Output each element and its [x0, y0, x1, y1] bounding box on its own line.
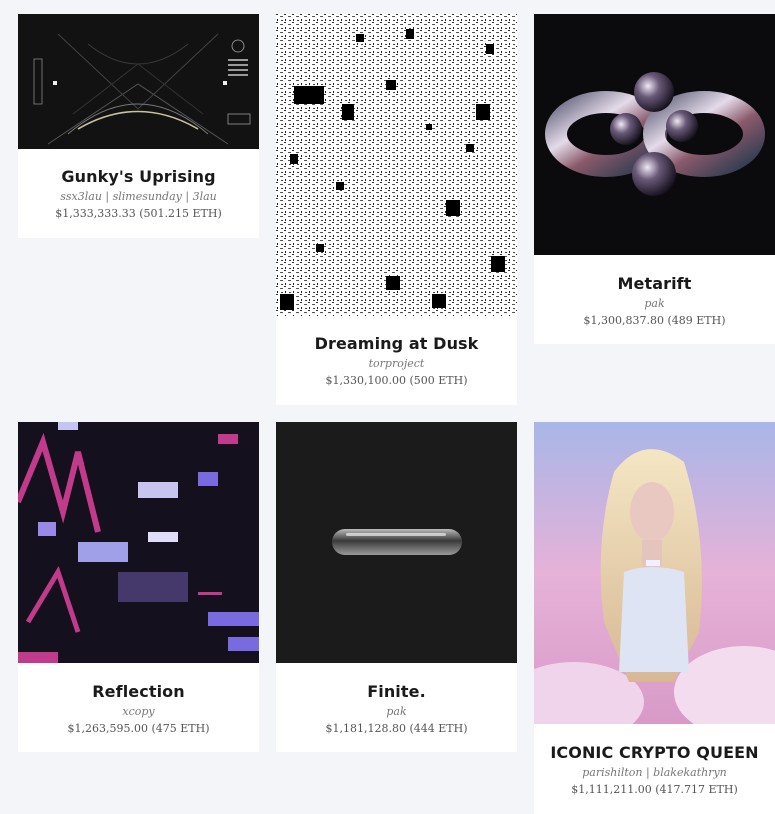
nft-gallery-grid: Gunky's Uprising ssx3lau | slimesunday |…: [0, 0, 775, 814]
nft-card-reflection[interactable]: Reflection xcopy $1,263,595.00 (475 ETH): [18, 422, 259, 752]
artwork-image[interactable]: [534, 422, 775, 724]
artwork-image[interactable]: [276, 422, 517, 663]
artwork-image[interactable]: [276, 14, 517, 316]
card-price: $1,330,100.00 (500 ETH): [325, 374, 468, 387]
card-title[interactable]: Metarift: [534, 274, 775, 293]
card-price: $1,111,211.00 (417.717 ETH): [571, 783, 738, 796]
card-title[interactable]: Dreaming at Dusk: [276, 334, 517, 353]
artwork-image[interactable]: [18, 422, 259, 663]
card-title[interactable]: Gunky's Uprising: [18, 167, 259, 186]
artwork-image[interactable]: [534, 14, 775, 255]
card-price: $1,300,837.80 (489 ETH): [583, 314, 726, 327]
card-artist[interactable]: torproject: [276, 357, 517, 370]
card-price: $1,263,595.00 (475 ETH): [67, 722, 210, 735]
nft-card-iconic-crypto-queen[interactable]: ICONIC CRYPTO QUEEN parishilton | blakek…: [534, 422, 775, 814]
card-artist[interactable]: pak: [276, 705, 517, 718]
card-title[interactable]: Finite.: [276, 682, 517, 701]
nft-card-gunkys-uprising[interactable]: Gunky's Uprising ssx3lau | slimesunday |…: [18, 14, 259, 238]
card-artist[interactable]: ssx3lau | slimesunday | 3lau: [18, 190, 259, 203]
artwork-image[interactable]: [18, 14, 259, 149]
nft-card-finite[interactable]: Finite. pak $1,181,128.80 (444 ETH): [276, 422, 517, 752]
card-price: $1,181,128.80 (444 ETH): [325, 722, 468, 735]
nft-card-dreaming-at-dusk[interactable]: Dreaming at Dusk torproject $1,330,100.0…: [276, 14, 517, 405]
card-artist[interactable]: parishilton | blakekathryn: [534, 766, 775, 779]
card-price: $1,333,333.33 (501.215 ETH): [55, 207, 222, 220]
card-title[interactable]: Reflection: [18, 682, 259, 701]
card-title[interactable]: ICONIC CRYPTO QUEEN: [534, 743, 775, 762]
nft-card-metarift[interactable]: Metarift pak $1,300,837.80 (489 ETH): [534, 14, 775, 344]
card-artist[interactable]: xcopy: [18, 705, 259, 718]
card-artist[interactable]: pak: [534, 297, 775, 310]
